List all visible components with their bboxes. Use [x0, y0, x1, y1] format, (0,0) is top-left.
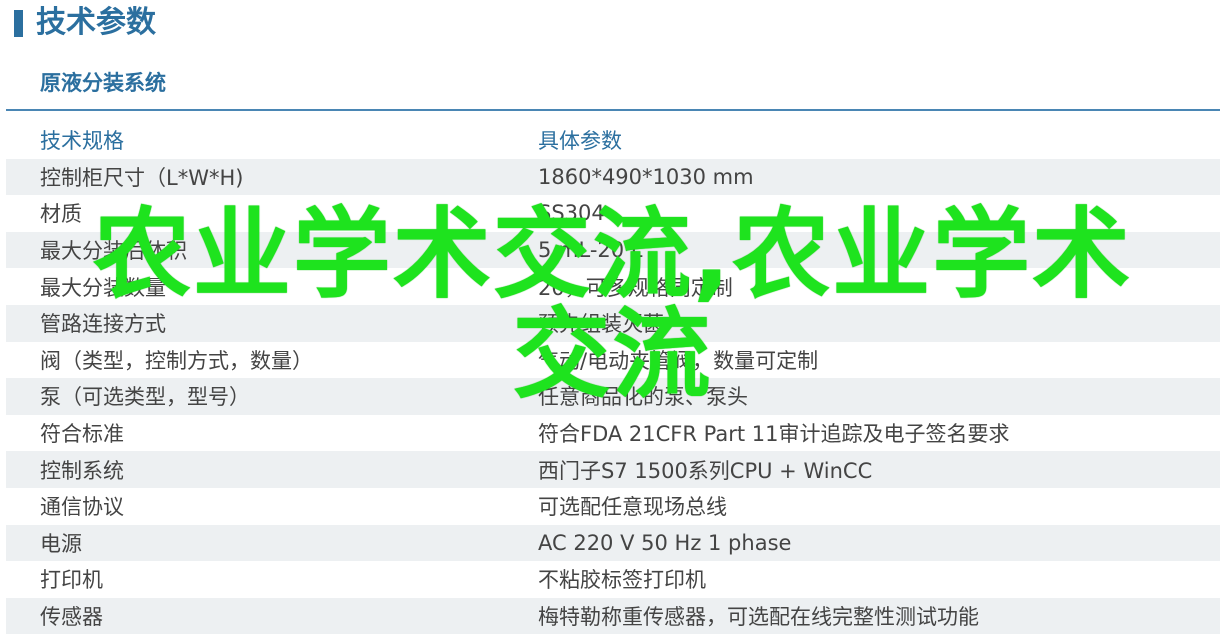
section-divider — [6, 109, 1220, 111]
page-title: 技术参数 — [36, 5, 156, 40]
spec-name: 泵（可选类型，型号） — [40, 385, 250, 410]
spec-name: 最大分装数量 — [40, 275, 166, 300]
header-param: 具体参数 — [538, 129, 622, 154]
table-row: 泵（可选类型，型号） 任意商品化的泵、泵头 — [6, 378, 1220, 415]
spec-value: SS304 — [538, 201, 605, 226]
spec-value: AC 220 V 50 Hz 1 phase — [538, 530, 792, 555]
spec-table: 技术规格 具体参数 控制柜尺寸（L*W*H) 1860*490*1030 mm … — [6, 122, 1220, 635]
spec-name: 控制柜尺寸（L*W*H) — [40, 165, 244, 190]
table-row: 传感器 梅特勒称重传感器，可选配在线完整性测试功能 — [6, 597, 1220, 635]
spec-name: 最大分装后体积 — [40, 239, 187, 264]
spec-name: 符合标准 — [40, 422, 124, 447]
table-row: 最大分装后体积 5 mL-20 L — [6, 231, 1220, 269]
spec-value: 20，可多规格同定制 — [538, 275, 733, 300]
spec-value: 任意商品化的泵、泵头 — [538, 385, 748, 410]
spec-name: 通信协议 — [40, 495, 124, 520]
table-row: 阀（类型，控制方式，数量） 气动/电动夹管阀，数量可定制 — [6, 342, 1220, 379]
spec-value: 可选配任意现场总线 — [538, 495, 727, 520]
spec-value: 不粘胶标签打印机 — [538, 568, 706, 593]
section-title: 原液分装系统 — [40, 71, 166, 95]
spec-value: 西门子S7 1500系列CPU + WinCC — [538, 458, 873, 483]
spec-value: 气动/电动夹管阀，数量可定制 — [538, 348, 819, 373]
spec-name: 材质 — [40, 202, 82, 227]
spec-name: 传感器 — [40, 605, 103, 630]
table-row: 通信协议 可选配任意现场总线 — [6, 488, 1220, 525]
spec-value: 5 mL-20 L — [538, 238, 643, 263]
table-row: 材质 SS304 — [6, 195, 1220, 232]
spec-name: 管路连接方式 — [40, 312, 166, 337]
spec-value: 符合FDA 21CFR Part 11审计追踪及电子签名要求 — [538, 422, 1010, 447]
table-row: 电源 AC 220 V 50 Hz 1 phase — [6, 524, 1220, 562]
header-spec: 技术规格 — [40, 129, 124, 154]
spec-value: 预先组装灭菌 — [538, 312, 664, 337]
spec-value: 1860*490*1030 mm — [538, 164, 754, 189]
table-row: 打印机 不粘胶标签打印机 — [6, 561, 1220, 598]
title-accent-bar — [14, 10, 23, 37]
spec-name: 阀（类型，控制方式，数量） — [40, 348, 313, 373]
spec-value: 梅特勒称重传感器，可选配在线完整性测试功能 — [538, 605, 979, 630]
spec-name: 电源 — [40, 531, 82, 556]
table-header-row: 技术规格 具体参数 — [6, 122, 1220, 159]
table-row: 管路连接方式 预先组装灭菌 — [6, 304, 1220, 342]
table-row: 控制系统 西门子S7 1500系列CPU + WinCC — [6, 451, 1220, 488]
spec-name: 打印机 — [40, 568, 103, 593]
table-row: 最大分装数量 20，可多规格同定制 — [6, 268, 1220, 305]
spec-name: 控制系统 — [40, 458, 124, 483]
table-row: 控制柜尺寸（L*W*H) 1860*490*1030 mm — [6, 158, 1220, 196]
table-row: 符合标准 符合FDA 21CFR Part 11审计追踪及电子签名要求 — [6, 415, 1220, 452]
